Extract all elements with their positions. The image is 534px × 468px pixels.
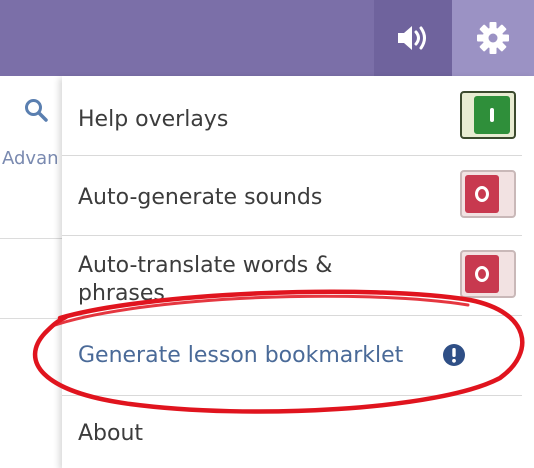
top-header-bar xyxy=(0,0,534,76)
volume-icon xyxy=(398,26,426,50)
menu-item-about[interactable]: About xyxy=(62,396,522,468)
help-overlays-toggle[interactable] xyxy=(460,91,516,139)
settings-dropdown-menu: Help overlays Auto-generate sounds Auto-… xyxy=(62,76,534,468)
toggle-knob-off xyxy=(465,175,499,213)
menu-item-auto-generate-sounds[interactable]: Auto-generate sounds xyxy=(62,156,522,236)
background-divider xyxy=(0,238,62,239)
background-divider xyxy=(0,318,62,319)
auto-generate-sounds-toggle[interactable] xyxy=(460,170,516,218)
settings-button[interactable] xyxy=(452,0,534,76)
auto-translate-toggle[interactable] xyxy=(460,250,516,298)
background-advanced-link[interactable]: Advan xyxy=(2,148,62,169)
menu-item-label-line1: Auto-translate words & xyxy=(78,253,333,278)
menu-item-label: About xyxy=(78,421,144,446)
exclamation-circle-icon[interactable] xyxy=(442,343,466,367)
menu-item-auto-translate[interactable]: Auto-translate words & phrases xyxy=(62,236,522,316)
toggle-knob-on xyxy=(474,96,510,134)
gear-icon xyxy=(477,22,509,54)
menu-item-label: Help overlays xyxy=(78,107,229,132)
background-page xyxy=(0,76,63,468)
menu-item-help-overlays[interactable]: Help overlays xyxy=(62,76,522,156)
toggle-knob-off xyxy=(465,255,499,293)
background-search-button[interactable] xyxy=(24,98,48,126)
menu-item-label: Generate lesson bookmarklet xyxy=(78,343,404,368)
menu-item-label: Auto-generate sounds xyxy=(78,185,323,210)
search-icon xyxy=(25,99,48,122)
sound-button[interactable] xyxy=(374,0,452,76)
menu-item-label-line2: phrases xyxy=(78,281,165,306)
